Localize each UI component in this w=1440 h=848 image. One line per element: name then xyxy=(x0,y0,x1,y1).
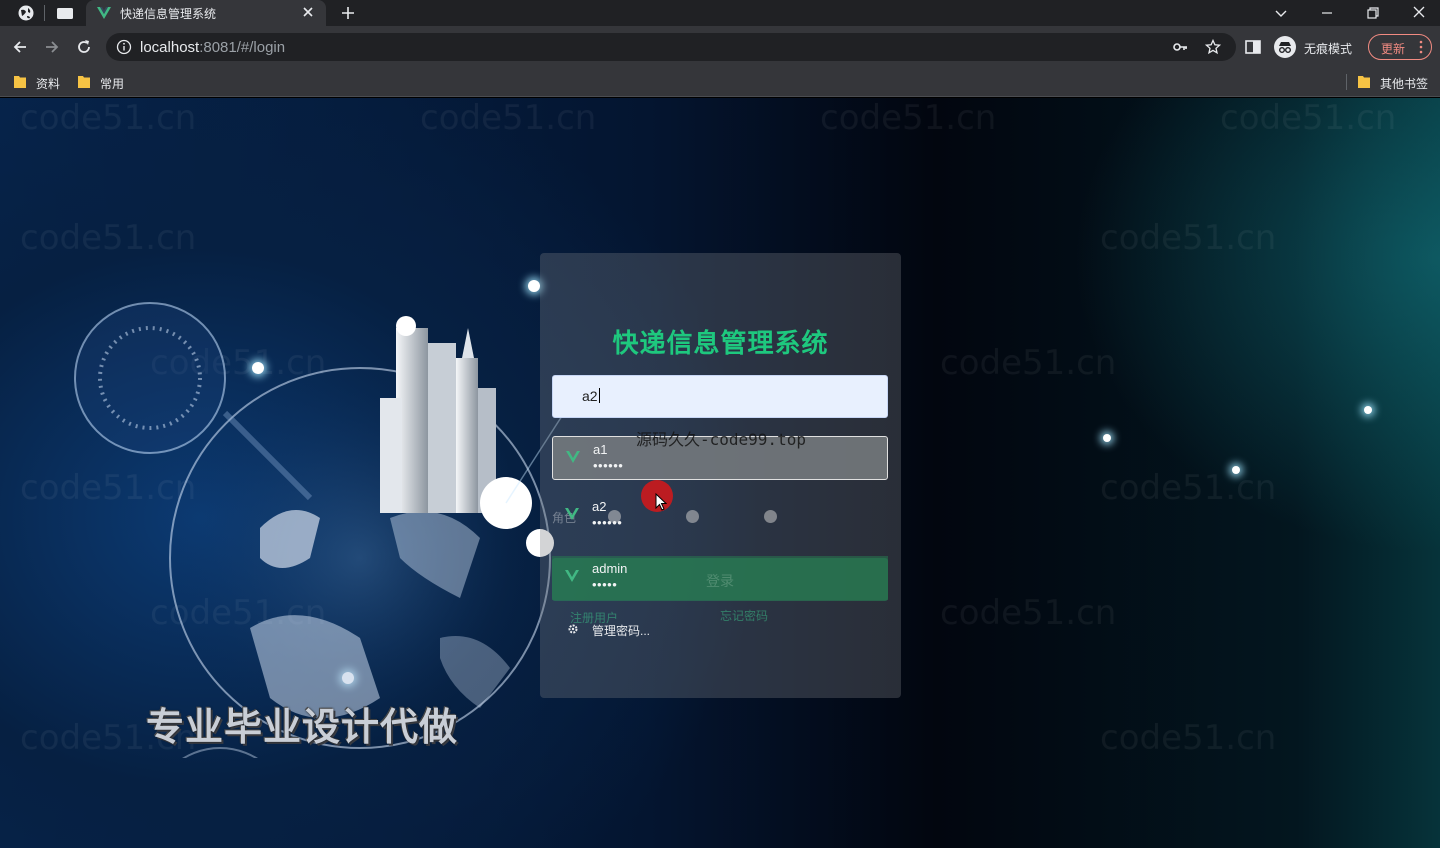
back-icon[interactable] xyxy=(10,37,30,57)
text-caret xyxy=(598,388,600,403)
update-button[interactable]: 更新 xyxy=(1368,34,1432,60)
star-light xyxy=(1103,434,1111,442)
city-globe-illustration xyxy=(74,302,581,758)
minimize-icon[interactable] xyxy=(1316,2,1338,24)
key-gear-icon xyxy=(568,624,578,634)
username-input[interactable]: a2 xyxy=(552,375,888,418)
reload-icon[interactable] xyxy=(74,37,94,57)
autofill-username: a1 xyxy=(593,442,608,457)
restore-icon[interactable] xyxy=(1362,2,1384,24)
url-text: localhost:8081/#/login xyxy=(140,39,285,56)
bookmarks-bar: 资料 常用 其他书签 xyxy=(0,68,1440,97)
folder-icon xyxy=(1358,76,1370,88)
autofill-item-admin[interactable]: admin ••••• xyxy=(552,556,888,600)
other-bookmarks-label: 其他书签 xyxy=(1380,77,1429,91)
incognito-label: 无痕模式 xyxy=(1304,42,1353,56)
url-host: localhost xyxy=(140,39,200,56)
browser-toolbar: localhost:8081/#/login 无痕模式 更新 xyxy=(0,26,1440,68)
vue-icon xyxy=(565,570,579,582)
bookmark-label: 资料 xyxy=(36,77,61,91)
autofill-dropdown: a1 •••••• a2 •••••• admin ••••• 管理密码... xyxy=(552,436,888,644)
globe-icon[interactable] xyxy=(17,4,35,22)
bookmark-star-icon[interactable] xyxy=(1205,39,1221,55)
folder-icon xyxy=(14,76,26,88)
url-path: :8081/#/login xyxy=(199,39,286,56)
more-menu-icon[interactable] xyxy=(1419,40,1423,54)
tab-title: 快递信息管理系统 xyxy=(120,7,217,21)
address-bar[interactable]: localhost:8081/#/login xyxy=(106,33,1236,61)
close-tab-icon[interactable] xyxy=(300,4,316,20)
bookmark-folder-other[interactable]: 其他书签 xyxy=(1358,72,1436,92)
forward-icon[interactable] xyxy=(42,37,62,57)
vue-icon xyxy=(566,451,580,463)
site-overlay-text: 源码久久-code99.top xyxy=(636,430,806,449)
autofill-password: •••••• xyxy=(593,458,624,473)
star-light xyxy=(1232,466,1240,474)
watermark: code51.cn xyxy=(940,343,1117,383)
watermark: code51.cn xyxy=(20,98,197,138)
side-panel-icon[interactable] xyxy=(1244,38,1262,56)
update-label: 更新 xyxy=(1381,42,1406,56)
bookmark-folder-ziliao[interactable]: 资料 xyxy=(14,72,74,92)
watermark: code51.cn xyxy=(420,98,597,138)
browser-tab-strip: 快递信息管理系统 xyxy=(0,0,1440,26)
incognito-icon xyxy=(1274,36,1296,58)
close-window-icon[interactable] xyxy=(1408,2,1430,24)
key-icon[interactable] xyxy=(1172,39,1188,55)
tab-search-icon[interactable] xyxy=(56,4,74,22)
autofill-item-a2[interactable]: a2 •••••• xyxy=(552,494,888,538)
vue-favicon-icon xyxy=(97,7,111,19)
watermark: code51.cn xyxy=(1100,718,1277,758)
autofill-username: a2 xyxy=(592,499,607,514)
watermark: code51.cn xyxy=(940,593,1117,633)
star-light xyxy=(1364,406,1372,414)
autofill-password: •••••• xyxy=(592,515,623,530)
username-value: a2 xyxy=(582,388,598,404)
bookmark-label: 常用 xyxy=(100,77,125,91)
watermark: code51.cn xyxy=(1220,98,1397,138)
mouse-pointer-icon xyxy=(655,493,667,511)
promo-banner-text: 专业毕业设计代做 xyxy=(146,705,459,749)
autofill-username: admin xyxy=(592,561,628,576)
site-info-icon[interactable] xyxy=(116,39,132,55)
bookmarks-divider xyxy=(1346,74,1347,90)
system-title: 快递信息管理系统 xyxy=(612,329,829,359)
vue-icon xyxy=(565,508,579,520)
tab-active[interactable]: 快递信息管理系统 xyxy=(86,0,326,26)
manage-passwords-label: 管理密码... xyxy=(592,624,651,638)
watermark: code51.cn xyxy=(1100,218,1277,258)
watermark: code51.cn xyxy=(1100,468,1277,508)
autofill-password: ••••• xyxy=(592,577,618,592)
bookmark-folder-changyong[interactable]: 常用 xyxy=(78,72,138,92)
new-tab-icon[interactable] xyxy=(338,3,358,23)
folder-icon xyxy=(78,76,90,88)
chevron-down-icon[interactable] xyxy=(1270,2,1292,24)
tab-divider xyxy=(44,5,45,21)
manage-passwords-item[interactable]: 管理密码... xyxy=(552,616,888,644)
watermark: code51.cn xyxy=(820,98,997,138)
incognito-indicator[interactable]: 无痕模式 xyxy=(1274,35,1362,59)
